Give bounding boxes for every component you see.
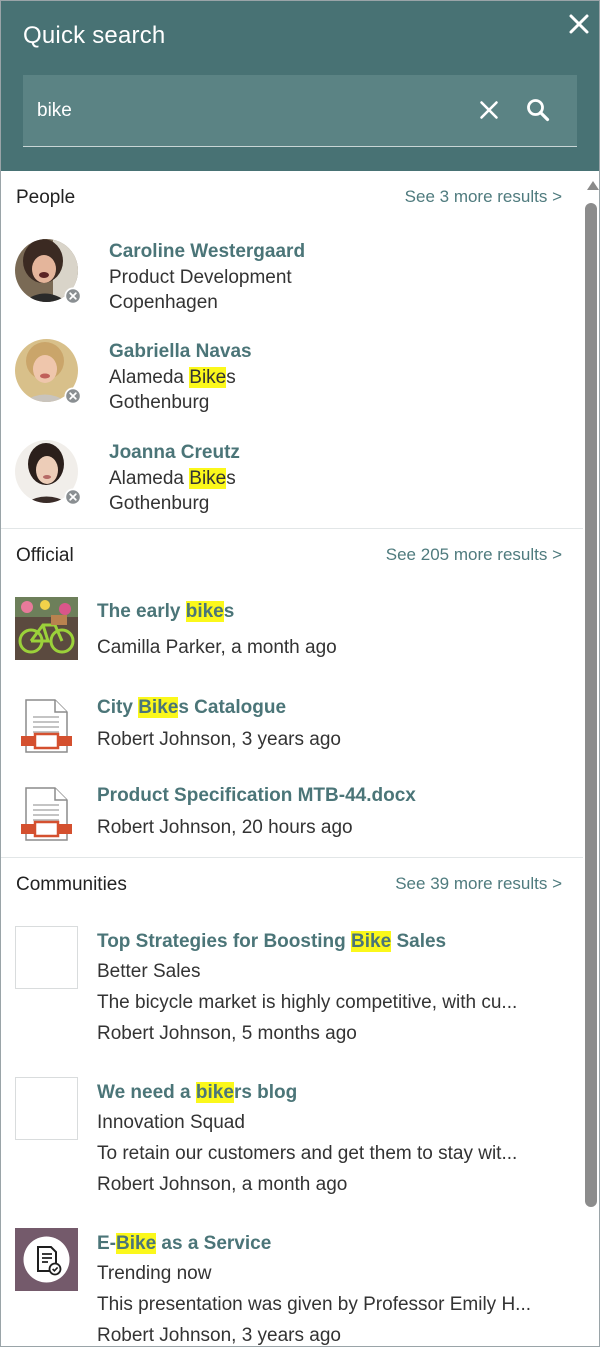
official-section: Official See 205 more results > The earl… <box>1 529 583 857</box>
person-location: Gothenburg <box>109 392 210 413</box>
panel-title: Quick search <box>23 22 166 49</box>
official-result[interactable]: Product Specification MTB-44.docx Robert… <box>1 783 583 859</box>
official-more-results-link[interactable]: See 205 more results > <box>386 545 562 565</box>
person-name[interactable]: Caroline Westergaard <box>109 239 569 265</box>
result-title[interactable]: We need a bikers blog <box>97 1079 563 1107</box>
person-info: Joanna Creutz Alameda Bikes Gothenburg <box>109 440 569 516</box>
clear-icon[interactable] <box>474 95 504 125</box>
person-department: Product Development <box>109 267 292 288</box>
result-meta: Robert Johnson, 3 years ago <box>97 729 341 750</box>
person-name[interactable]: Gabriella Navas <box>109 339 569 365</box>
search-box <box>23 75 577 147</box>
section-title-official: Official <box>16 545 74 566</box>
people-section-header: People See 3 more results > <box>1 171 583 221</box>
result-title[interactable]: Top Strategies for Boosting Bike Sales <box>97 928 563 956</box>
person-result[interactable]: Caroline Westergaard Product Development… <box>1 239 583 339</box>
scrollbar[interactable] <box>583 171 599 1346</box>
person-result[interactable]: Gabriella Navas Alameda Bikes Gothenburg <box>1 339 583 439</box>
result-title[interactable]: The early bikes <box>97 599 567 625</box>
community-result-text: We need a bikers blog Innovation Squad T… <box>97 1079 563 1200</box>
offline-status-icon <box>64 287 82 305</box>
person-name[interactable]: Joanna Creutz <box>109 440 569 466</box>
official-result-text: City Bikes Catalogue Robert Johnson, 3 y… <box>97 695 567 753</box>
section-title-communities: Communities <box>16 874 127 895</box>
community-name: Innovation Squad <box>97 1112 245 1133</box>
community-result[interactable]: Top Strategies for Boosting Bike Sales B… <box>1 926 583 1066</box>
scroll-thumb[interactable] <box>585 203 597 1207</box>
community-result-text: E-Bike as a Service Trending now This pr… <box>97 1230 563 1346</box>
result-title[interactable]: Product Specification MTB-44.docx <box>97 783 567 809</box>
offline-status-icon <box>64 387 82 405</box>
person-department: Alameda Bikes <box>109 367 236 388</box>
community-result-text: Top Strategies for Boosting Bike Sales B… <box>97 928 563 1049</box>
community-name: Trending now <box>97 1263 212 1284</box>
people-more-results-link[interactable]: See 3 more results > <box>405 187 562 207</box>
quick-search-header: Quick search <box>1 1 599 171</box>
official-section-header: Official See 205 more results > <box>1 529 583 579</box>
result-excerpt: The bicycle market is highly competitive… <box>97 992 518 1013</box>
result-meta: Robert Johnson, 3 years ago <box>97 1325 341 1346</box>
person-location: Copenhagen <box>109 292 218 313</box>
bike-photo <box>15 597 78 660</box>
communities-section-header: Communities See 39 more results > <box>1 858 583 908</box>
community-name: Better Sales <box>97 961 201 982</box>
official-result-text: Product Specification MTB-44.docx Robert… <box>97 783 567 841</box>
section-title-people: People <box>16 187 76 208</box>
result-title[interactable]: E-Bike as a Service <box>97 1230 563 1258</box>
community-result[interactable]: E-Bike as a Service Trending now This pr… <box>1 1228 583 1346</box>
result-meta: Robert Johnson, 5 months ago <box>97 1023 357 1044</box>
scroll-up-arrow-icon[interactable] <box>587 181 599 190</box>
offline-status-icon <box>64 488 82 506</box>
communities-section: Communities See 39 more results > Top St… <box>1 858 583 1346</box>
official-result[interactable]: City Bikes Catalogue Robert Johnson, 3 y… <box>1 695 583 771</box>
blank-thumbnail <box>15 926 78 989</box>
official-result[interactable]: The early bikes Camilla Parker, a month … <box>1 597 583 677</box>
presentation-file-icon <box>15 695 78 758</box>
result-excerpt: To retain our customers and get them to … <box>97 1143 518 1164</box>
official-result-text: The early bikes Camilla Parker, a month … <box>97 599 567 661</box>
blank-thumbnail <box>15 1077 78 1140</box>
person-info: Caroline Westergaard Product Development… <box>109 239 569 315</box>
search-input[interactable] <box>37 95 457 127</box>
result-meta: Camilla Parker, a month ago <box>97 637 337 658</box>
quick-search-panel: Quick search People See 3 more results > <box>0 0 600 1347</box>
result-meta: Robert Johnson, a month ago <box>97 1174 348 1195</box>
presentation-file-icon <box>15 783 78 846</box>
results-list: People See 3 more results > Caroline Wes… <box>1 171 583 1346</box>
search-icon[interactable] <box>523 95 553 125</box>
result-title[interactable]: City Bikes Catalogue <box>97 695 567 721</box>
close-icon[interactable] <box>564 9 594 39</box>
communities-more-results-link[interactable]: See 39 more results > <box>395 874 562 894</box>
person-info: Gabriella Navas Alameda Bikes Gothenburg <box>109 339 569 415</box>
community-result[interactable]: We need a bikers blog Innovation Squad T… <box>1 1077 583 1217</box>
person-location: Gothenburg <box>109 493 210 514</box>
people-section: People See 3 more results > Caroline Wes… <box>1 171 583 529</box>
person-result[interactable]: Joanna Creutz Alameda Bikes Gothenburg <box>1 440 583 540</box>
result-meta: Robert Johnson, 20 hours ago <box>97 817 353 838</box>
document-check-icon <box>15 1228 78 1291</box>
person-department: Alameda Bikes <box>109 468 236 489</box>
result-excerpt: This presentation was given by Professor… <box>97 1294 532 1315</box>
